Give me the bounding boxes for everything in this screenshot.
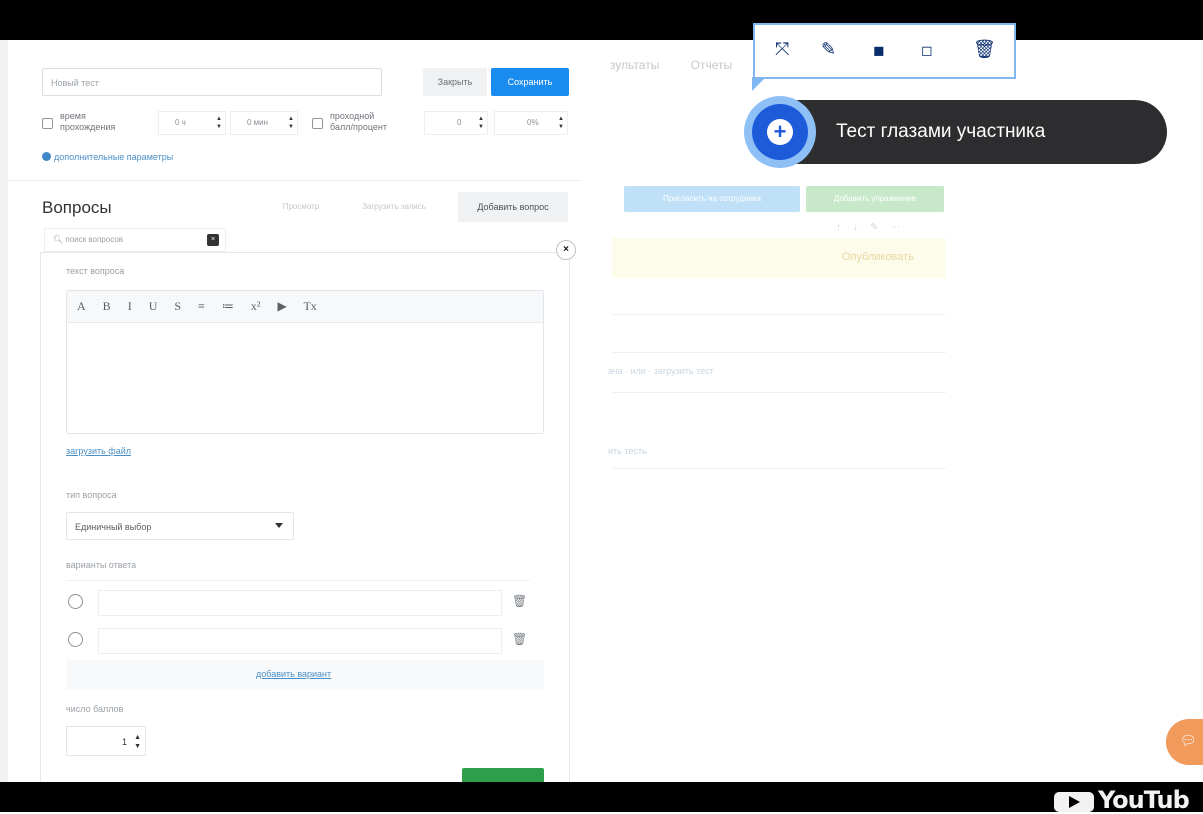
time-label: время прохождения	[60, 111, 116, 132]
video-top-bar	[0, 0, 1203, 40]
editor-toolbar: A B I U S ≡ ≔ x² ▶ Tx	[67, 291, 543, 323]
plus-circle-icon	[42, 152, 51, 161]
save-button[interactable]: Сохранить	[491, 68, 569, 96]
extra-params-link[interactable]: дополнительные параметры	[42, 152, 173, 162]
questions-title: Вопросы	[42, 198, 112, 217]
chevron-down-icon	[275, 523, 283, 528]
bold-icon[interactable]: B	[103, 299, 111, 313]
toolbar-pointer	[752, 77, 766, 91]
answer-radio-2[interactable]	[68, 632, 83, 647]
divider	[612, 468, 946, 469]
video-icon[interactable]: ▶	[277, 299, 286, 313]
pass-score-checkbox[interactable]	[312, 118, 323, 129]
delete-answer-icon[interactable]: 🗑︎	[512, 632, 527, 646]
points-stepper[interactable]: 1 ▲ ▼	[66, 726, 146, 756]
time-checkbox[interactable]	[42, 118, 53, 129]
expand-icon[interactable]: ⤧	[775, 39, 789, 60]
video-bottom-bar	[0, 782, 1203, 812]
delete-answer-icon[interactable]: 🗑︎	[512, 594, 527, 608]
play-icon	[1054, 792, 1094, 812]
bullet-list-icon[interactable]: ≡	[198, 299, 205, 313]
section-divider	[0, 180, 582, 181]
clear-format-icon[interactable]: Tx	[303, 299, 316, 313]
question-search-input[interactable]: 🔍︎ поиск вопросов ×	[44, 228, 226, 252]
add-question-button[interactable]: Добавить вопрос	[458, 192, 568, 222]
plus-icon[interactable]: +	[767, 119, 793, 145]
send-back-icon[interactable]: ◻	[921, 42, 933, 59]
preview-button[interactable]: Просмотр	[268, 192, 334, 222]
youtube-logo[interactable]: YouTub	[1052, 786, 1203, 814]
divider	[612, 314, 946, 315]
left-edge	[0, 40, 8, 782]
bring-front-icon[interactable]: ◼	[873, 42, 885, 59]
question-text-label: текст вопроса	[66, 266, 125, 276]
row-action-icons: ↑↓✎⋯	[836, 222, 913, 233]
divider	[66, 580, 530, 581]
underline-icon[interactable]: U	[149, 299, 158, 313]
add-exercise-button[interactable]: Добавить упражнение	[806, 186, 944, 212]
publish-link[interactable]: Опубликовать	[842, 251, 914, 263]
save-question-button[interactable]	[462, 768, 544, 782]
upload-record-button[interactable]: Загрузить запись	[342, 192, 446, 222]
pass-score-label: проходной балл/процент	[330, 111, 387, 132]
nav-results[interactable]: зультаты	[610, 58, 659, 72]
answer-radio-1[interactable]	[68, 594, 83, 609]
strikethrough-icon[interactable]: S	[174, 299, 181, 313]
edit-icon[interactable]: ✎	[821, 39, 836, 60]
pass-score-stepper[interactable]: 0 ▲ ▼	[424, 111, 488, 135]
element-toolbar: ⤧ ✎ ◼ ◻ 🗑︎	[753, 23, 1016, 79]
divider	[612, 392, 946, 393]
add-variant-link[interactable]: добавить вариант	[256, 669, 331, 679]
superscript-icon[interactable]: x²	[251, 299, 261, 313]
close-button[interactable]: Закрыть	[423, 68, 487, 96]
background-nav: зультаты Отчеты	[610, 58, 760, 72]
invite-button[interactable]: Пригласить на сотрудника	[624, 186, 800, 212]
close-icon[interactable]: ×	[556, 240, 576, 260]
answer-input-2[interactable]	[98, 628, 502, 654]
points-label: число баллов	[66, 704, 124, 714]
chat-icon: 💬︎	[1180, 733, 1197, 748]
clear-icon[interactable]: ×	[207, 234, 219, 246]
question-type-label: тип вопроса	[66, 490, 117, 500]
background-link[interactable]: ить тесть	[608, 446, 647, 456]
test-name-input[interactable]: Новый тест	[42, 68, 382, 96]
delete-icon[interactable]: 🗑︎	[973, 39, 996, 60]
answer-input-1[interactable]	[98, 590, 502, 616]
upload-file-link[interactable]: загрузить файл	[66, 446, 131, 456]
search-icon: 🔍︎	[53, 235, 66, 244]
hours-stepper[interactable]: 0 ч ▲ ▼	[158, 111, 226, 135]
numbered-list-icon[interactable]: ≔	[222, 299, 234, 313]
nav-reports[interactable]: Отчеты	[691, 58, 732, 72]
callout-text: Тест глазами участника	[836, 121, 1046, 142]
minutes-stepper[interactable]: 0 мин ▲ ▼	[230, 111, 298, 135]
upload-test-link[interactable]: ача · или · загрузить тест	[608, 366, 714, 376]
answers-label: варианты ответа	[66, 560, 137, 570]
question-text-editor[interactable]: A B I U S ≡ ≔ x² ▶ Tx	[66, 290, 544, 434]
pass-percent-stepper[interactable]: 0% ▲ ▼	[494, 111, 568, 135]
question-type-select[interactable]: Единичный выбор	[66, 512, 294, 540]
italic-icon[interactable]: I	[128, 299, 132, 313]
divider	[612, 352, 946, 353]
font-icon[interactable]: A	[77, 299, 86, 313]
